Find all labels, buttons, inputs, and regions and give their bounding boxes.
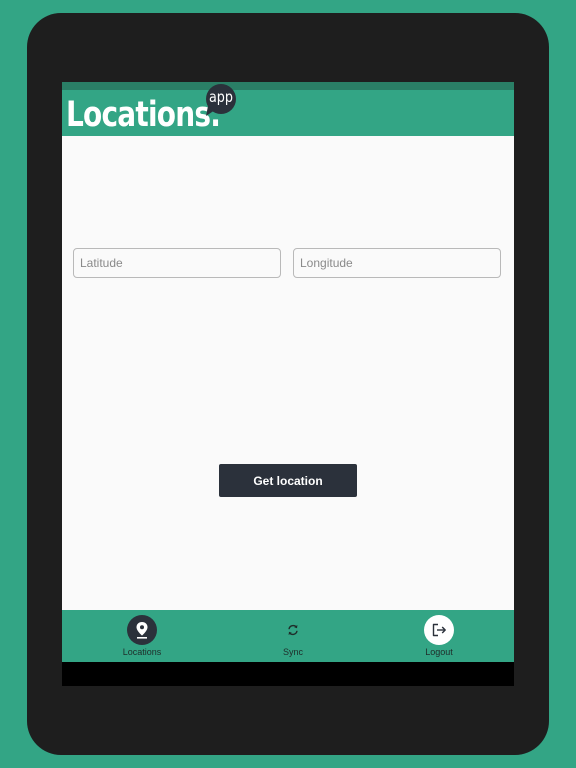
logout-icon — [424, 615, 454, 645]
nav-item-locations[interactable]: Locations — [92, 610, 192, 662]
nav-label-logout: Logout — [425, 647, 453, 657]
logo-text: Locations. — [66, 95, 221, 135]
app-header: Locations. app — [62, 84, 514, 136]
app-screen: Locations. app Get location Locations — [62, 82, 514, 686]
longitude-field[interactable] — [293, 248, 501, 278]
map-pin-icon — [127, 615, 157, 645]
sync-icon — [278, 615, 308, 645]
logo-badge-bubble: app — [204, 84, 238, 116]
nav-label-locations: Locations — [122, 647, 162, 657]
latitude-field[interactable] — [73, 248, 281, 278]
status-bar — [62, 82, 514, 90]
bottom-navigation: Locations Sync Logout — [62, 610, 514, 662]
get-location-button[interactable]: Get location — [219, 464, 357, 497]
nav-item-sync[interactable]: Sync — [243, 610, 343, 662]
nav-label-sync: Sync — [282, 647, 303, 657]
nav-item-logout[interactable]: Logout — [389, 610, 489, 662]
system-navigation-bar — [62, 662, 514, 686]
logo-badge-text: app — [208, 88, 234, 106]
app-logo: Locations. app — [66, 84, 266, 136]
